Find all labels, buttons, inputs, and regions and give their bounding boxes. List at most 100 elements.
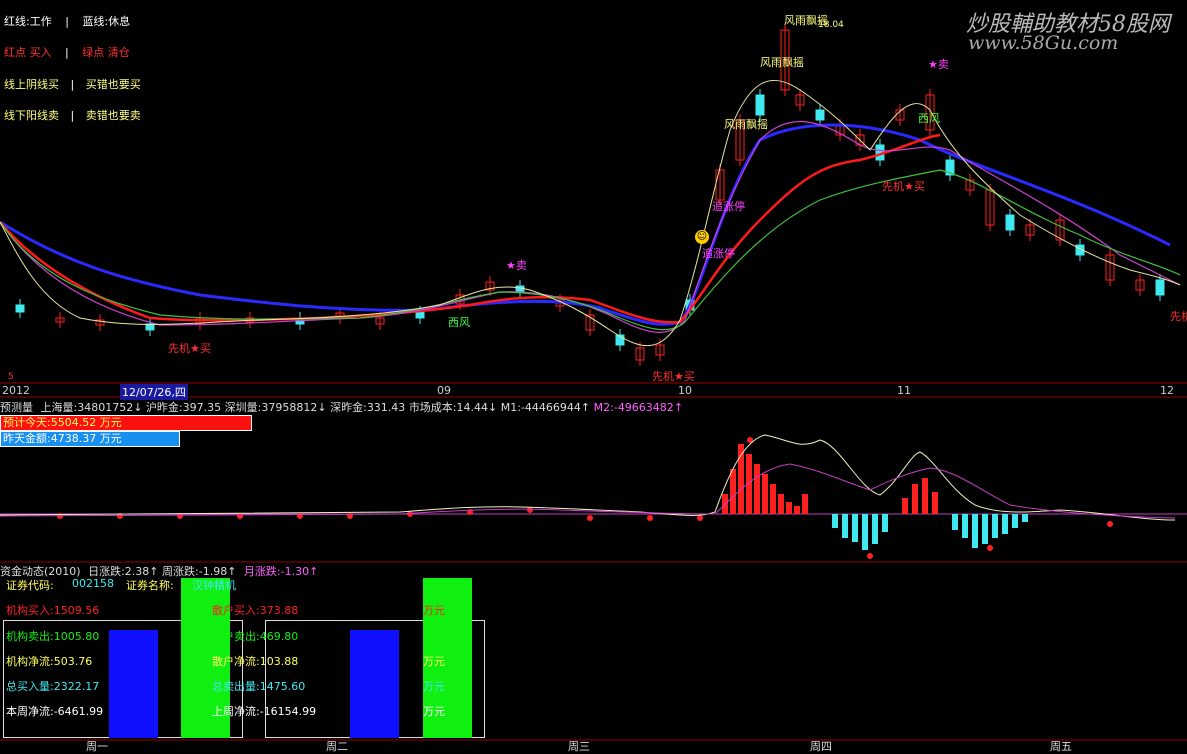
annotation-buy: 先机★买 (652, 370, 695, 383)
last-week-net: 上周净流:-16154.99 (212, 705, 317, 718)
macd-histogram (57, 437, 1113, 559)
annotation-sell: ★卖 (928, 58, 949, 71)
legend-sep: | (65, 15, 69, 28)
sh-value: 34801752 (77, 401, 134, 414)
date-label: 12 (1160, 384, 1174, 397)
unit-label: 万元 (423, 604, 445, 617)
stock-code: 002158 (72, 577, 114, 590)
annotation-fengyu: 风雨飘摇 (724, 118, 768, 131)
macd-bar (962, 514, 968, 538)
macd-bar (754, 464, 760, 514)
macd-bar (982, 514, 988, 544)
sh-prev-label: 沪昨金: (145, 401, 183, 414)
sh-prev-value: 397.35 (182, 401, 222, 414)
annotation-top-value: 18.04 (818, 20, 844, 30)
legend-red-line: 红线:工作 (4, 15, 52, 28)
macd-bar (952, 514, 958, 530)
macd-white-line (0, 434, 1176, 521)
signal-dot (697, 515, 703, 521)
annotation-xifeng: 西风 (448, 316, 470, 329)
macd-bar (778, 494, 784, 514)
macd-bar (802, 494, 808, 514)
legend-sep: | (70, 109, 75, 122)
weekday-tue: 周二 (326, 740, 348, 753)
legend-sell-rule: 线下阳线卖 (4, 109, 59, 122)
macd-bar (1002, 514, 1008, 534)
forecast-label: 预计今天: (3, 416, 51, 429)
vol-prefix: 预测量 (0, 401, 33, 414)
macd-bar (1022, 514, 1028, 522)
legend-row-4: 线下阳线卖 | 卖错也要卖 (4, 107, 141, 123)
forecast-value: 5504.52 万元 (50, 416, 122, 429)
legend-buy-rule: 线上阴线买 (4, 78, 59, 91)
yesterday-bar: 昨天金额:4738.37 万元 (0, 431, 180, 447)
unit-label: 万元 (423, 680, 445, 693)
macd-bar (922, 478, 928, 514)
date-highlight[interactable]: 12/07/26,四 (120, 384, 188, 400)
macd-bar (842, 514, 848, 538)
m2-label: M2: (593, 401, 614, 414)
yesterday-label: 昨天金额: (3, 432, 51, 445)
sz-value: 37958812 (261, 401, 318, 414)
annotation-zhuizhang: 追涨停 (702, 247, 735, 260)
annotation-sell: ★卖 (506, 259, 527, 272)
weekday-thu: 周四 (810, 740, 832, 753)
inst-buy: 机构买入:1509.56 (6, 604, 100, 617)
watermark-url: www.58Gu.com (968, 32, 1119, 54)
sz-prev-value: 331.43 (366, 401, 406, 414)
retail-net: 散户净流:103.88 (212, 655, 299, 668)
macd-bar (794, 506, 800, 514)
macd-bar (932, 492, 938, 514)
month-change-value: -1.30↑ (280, 565, 319, 578)
signal-dot (237, 513, 243, 519)
inst-sell: 机构卖出:1005.80 (6, 630, 100, 643)
signal-dot (867, 553, 873, 559)
legend-sep: | (65, 46, 69, 59)
month-change-label: 月涨跌: (243, 565, 281, 578)
week-net: 本周净流:-6461.99 (6, 705, 104, 718)
macd-bar (862, 514, 868, 550)
annotation-xifeng: 西风 (918, 112, 940, 125)
total-buy: 总买入量:2322.17 (6, 680, 100, 693)
legend-row-3: 线上阴线买 | 买错也要买 (4, 76, 141, 92)
macd-bar (992, 514, 998, 538)
signal-dot (527, 507, 533, 513)
macd-bar (786, 502, 792, 514)
annotation-fengyu: 风雨飘摇 (760, 56, 804, 69)
legend-sell-rule-2: 卖错也要卖 (85, 109, 141, 122)
legend-green-dot: 绿点 清仓 (82, 46, 130, 59)
retail-sell: 散户卖出:469.80 (212, 630, 299, 643)
macd-bar (730, 469, 736, 514)
signal-dot (647, 515, 653, 521)
inst-net: 机构净流:503.76 (6, 655, 93, 668)
m2-value: -49663482 (613, 401, 674, 414)
legend-row-1: 红线:工作 | 蓝线:休息 (4, 13, 130, 29)
macd-bar (912, 484, 918, 514)
macd-bar (872, 514, 878, 544)
signal-dot (587, 515, 593, 521)
annotation-buy: 先机★买 (882, 180, 925, 193)
annotation-zhuizhang: 追涨停 (712, 200, 745, 213)
signal-dot (1107, 521, 1113, 527)
macd-bar (762, 474, 768, 514)
unit-label: 万元 (423, 655, 445, 668)
retail-buy: 散户买入:373.88 (212, 604, 299, 617)
annotation-left-mark: 5 (8, 372, 14, 382)
macd-bar (852, 514, 858, 542)
legend-blue-line: 蓝线:休息 (82, 15, 131, 28)
unit-label: 万元 (423, 705, 445, 718)
stock-code-label: 证券代码: (6, 579, 54, 592)
sz-label: 深圳量: (224, 401, 262, 414)
ma-green-line (0, 169, 1181, 331)
stock-name: 汉钟精机 (192, 579, 236, 592)
date-label: 10 (678, 384, 692, 397)
cost-value: 14.44 (456, 401, 489, 414)
forecast-bar: 预计今天:5504.52 万元 (0, 415, 252, 431)
annotation-buy: 先机 (1170, 310, 1187, 323)
signal-dot (987, 545, 993, 551)
total-sell: 总卖出量:1475.60 (212, 680, 306, 693)
m1-label: M1: (500, 401, 521, 414)
bar-blue-1 (109, 630, 158, 738)
annotation-buy: 先机★买 (168, 342, 211, 355)
macd-bar (902, 498, 908, 514)
